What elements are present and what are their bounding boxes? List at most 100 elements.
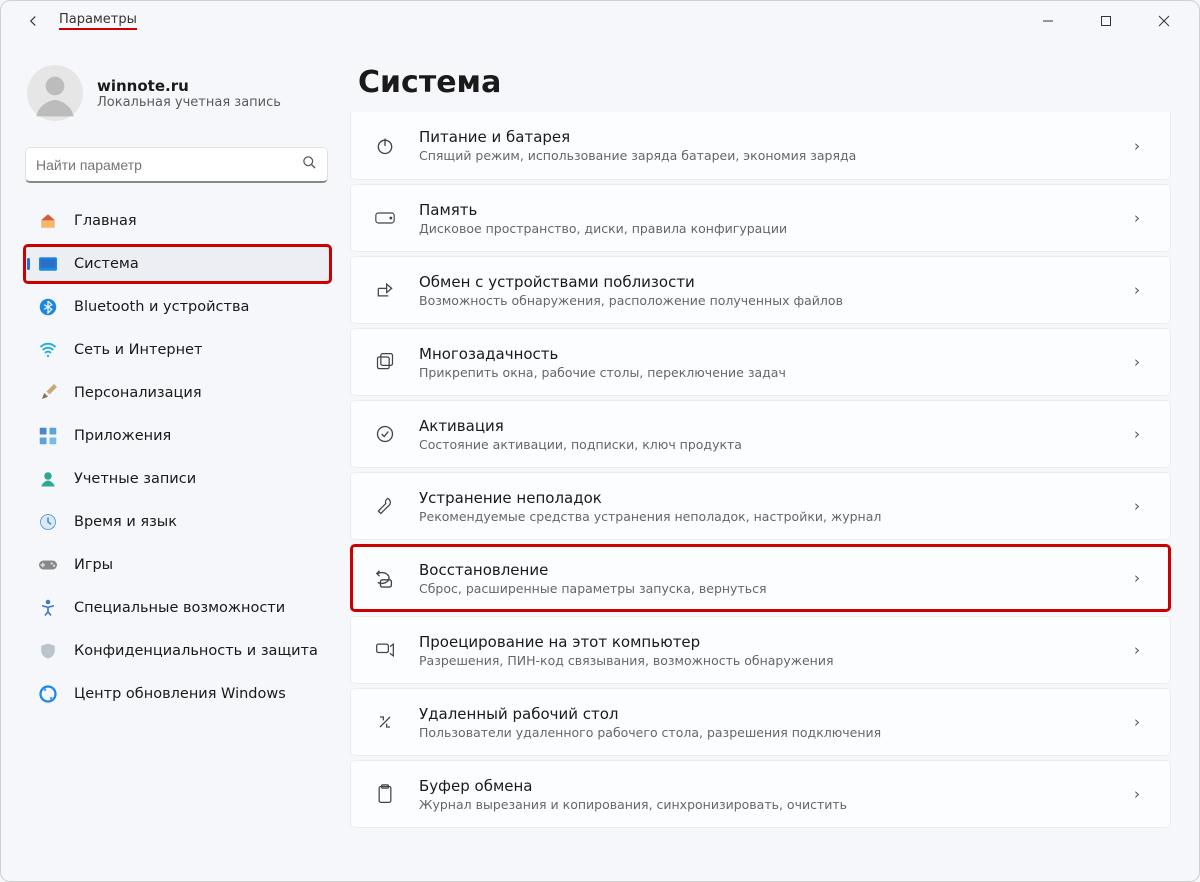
back-button[interactable] (21, 9, 45, 33)
item-subtitle: Состояние активации, подписки, ключ прод… (419, 437, 1112, 452)
item-title: Активация (419, 417, 1112, 435)
time-icon (38, 512, 58, 532)
check-circle-icon (373, 422, 397, 446)
nav: Главная Система Bluetooth и устройства С… (23, 201, 342, 714)
settings-item-activation[interactable]: Активация Состояние активации, подписки, … (350, 400, 1171, 468)
clipboard-icon (373, 782, 397, 806)
page-title: Система (350, 65, 1171, 100)
window-controls (1033, 6, 1187, 36)
settings-item-clipboard[interactable]: Буфер обмена Журнал вырезания и копирован… (350, 760, 1171, 828)
sidebar-item-label: Bluetooth и устройства (74, 299, 249, 315)
sidebar-item-accounts[interactable]: Учетные записи (23, 459, 332, 499)
system-icon (38, 254, 58, 274)
account-name: winnote.ru (97, 77, 281, 95)
account-block[interactable]: winnote.ru Локальная учетная запись (23, 65, 342, 121)
sidebar-item-label: Специальные возможности (74, 600, 285, 616)
chevron-right-icon: › (1134, 209, 1152, 227)
maximize-icon (1100, 15, 1112, 27)
sidebar-item-label: Учетные записи (74, 471, 196, 487)
search-box[interactable] (25, 147, 328, 183)
settings-item-multitask[interactable]: Многозадачность Прикрепить окна, рабочие … (350, 328, 1171, 396)
chevron-right-icon: › (1134, 425, 1152, 443)
accounts-icon (38, 469, 58, 489)
sidebar-item-label: Сеть и Интернет (74, 342, 202, 358)
arrow-left-icon (24, 12, 42, 30)
chevron-right-icon: › (1134, 785, 1152, 803)
settings-item-recovery[interactable]: ВосстановлениеСброс, расширенные парамет… (350, 544, 1171, 612)
sidebar-item-home[interactable]: Главная (23, 201, 332, 241)
chevron-right-icon: › (1134, 641, 1152, 659)
sidebar-item-privacy[interactable]: Конфиденциальность и защита (23, 631, 332, 671)
search-icon (302, 155, 317, 174)
settings-item-remote[interactable]: Удаленный рабочий стол Пользователи удале… (350, 688, 1171, 756)
update-icon (38, 684, 58, 704)
chevron-right-icon: › (1134, 569, 1152, 587)
sidebar-item-gaming[interactable]: Игры (23, 545, 332, 585)
titlebar: Параметры (1, 1, 1199, 41)
item-subtitle: Рекомендуемые средства устранения непола… (419, 509, 1112, 524)
item-subtitle: Пользователи удаленного рабочего стола, … (419, 725, 1112, 740)
settings-item-project[interactable]: Проецирование на этот компьютер Разрешени… (350, 616, 1171, 684)
sidebar-item-label: Конфиденциальность и защита (74, 643, 318, 659)
power-icon (373, 134, 397, 158)
maximize-button[interactable] (1091, 6, 1121, 36)
minimize-button[interactable] (1033, 6, 1063, 36)
settings-item-nearby[interactable]: Обмен с устройствами поблизости Возможнос… (350, 256, 1171, 324)
main-content: Система Питание и батарея Спящий режим, и… (346, 41, 1199, 881)
sidebar-item-label: Главная (74, 213, 137, 229)
gamepad-icon (38, 555, 58, 575)
chevron-right-icon: › (1134, 713, 1152, 731)
minimize-icon (1042, 15, 1054, 27)
item-title: Устранение неполадок (419, 489, 1112, 507)
recovery-icon (373, 566, 397, 590)
remote-icon (373, 710, 397, 734)
sidebar-item-network[interactable]: Сеть и Интернет (23, 330, 332, 370)
chevron-right-icon: › (1134, 137, 1152, 155)
item-title: Проецирование на этот компьютер (419, 633, 1112, 651)
settings-item-troubleshoot[interactable]: Устранение неполадок Рекомендуемые средст… (350, 472, 1171, 540)
sidebar-item-label: Приложения (74, 428, 171, 444)
sidebar-item-time[interactable]: Время и язык (23, 502, 332, 542)
sidebar-item-label: Время и язык (74, 514, 177, 530)
item-subtitle: Журнал вырезания и копирования, синхрони… (419, 797, 1112, 812)
sidebar-item-system[interactable]: Система (23, 244, 332, 284)
settings-item-storage[interactable]: Память Дисковое пространство, диски, прав… (350, 184, 1171, 252)
bluetooth-icon (38, 297, 58, 317)
shield-icon (38, 641, 58, 661)
close-button[interactable] (1149, 6, 1179, 36)
sidebar-item-label: Персонализация (74, 385, 202, 401)
person-icon (27, 65, 83, 121)
brush-icon (38, 383, 58, 403)
item-subtitle: Возможность обнаружения, расположение по… (419, 293, 1112, 308)
app-title: Параметры (59, 12, 137, 30)
sidebar-item-label: Система (74, 256, 139, 272)
home-icon (38, 211, 58, 231)
item-title: Обмен с устройствами поблизости (419, 273, 1112, 291)
sidebar-item-apps[interactable]: Приложения (23, 416, 332, 456)
sidebar-item-personalization[interactable]: Персонализация (23, 373, 332, 413)
item-subtitle: Прикрепить окна, рабочие столы, переключ… (419, 365, 1112, 380)
project-icon (373, 638, 397, 662)
item-title: Питание и батарея (419, 128, 1112, 146)
account-subtitle: Локальная учетная запись (97, 95, 281, 110)
item-title: Буфер обмена (419, 777, 1112, 795)
search-input[interactable] (36, 157, 302, 173)
accessibility-icon (38, 598, 58, 618)
storage-icon (373, 206, 397, 230)
sidebar-item-update[interactable]: Центр обновления Windows (23, 674, 332, 714)
item-title: Удаленный рабочий стол (419, 705, 1112, 723)
settings-item-power[interactable]: Питание и батарея Спящий режим, использов… (350, 112, 1171, 180)
chevron-right-icon: › (1134, 497, 1152, 515)
item-subtitle: Спящий режим, использование заряда батар… (419, 148, 1112, 163)
item-subtitle: Сброс, расширенные параметры запуска, ве… (419, 581, 1112, 596)
sidebar-item-accessibility[interactable]: Специальные возможности (23, 588, 332, 628)
settings-list: Питание и батарея Спящий режим, использов… (350, 112, 1171, 828)
share-icon (373, 278, 397, 302)
sidebar-item-bluetooth[interactable]: Bluetooth и устройства (23, 287, 332, 327)
chevron-right-icon: › (1134, 281, 1152, 299)
item-subtitle: Разрешения, ПИН-код связывания, возможно… (419, 653, 1112, 668)
item-title: Память (419, 201, 1112, 219)
item-title: Многозадачность (419, 345, 1112, 363)
item-subtitle: Дисковое пространство, диски, правила ко… (419, 221, 1112, 236)
sidebar-item-label: Игры (74, 557, 113, 573)
